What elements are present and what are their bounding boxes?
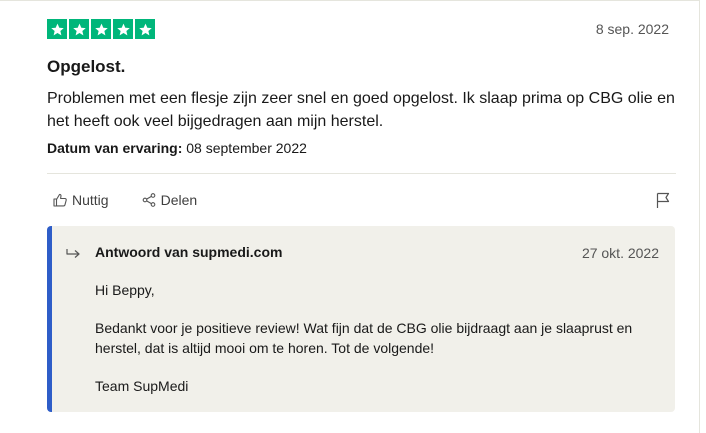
reply-greeting: Hi Beppy,	[95, 282, 155, 298]
flag-icon	[654, 191, 672, 209]
reply-signature: Team SupMedi	[95, 378, 189, 394]
useful-label: Nuttig	[72, 192, 109, 208]
report-button[interactable]	[654, 191, 672, 209]
reply-body: Hi Beppy, Bedankt voor je positieve revi…	[95, 280, 655, 414]
experience-date: Datum van ervaring: 08 september 2022	[47, 140, 307, 156]
divider	[47, 173, 676, 174]
thumbs-up-icon	[52, 192, 68, 208]
share-icon	[141, 192, 157, 208]
star-icon	[91, 19, 111, 39]
review-card: 8 sep. 2022 Opgelost. Problemen met een …	[0, 0, 700, 433]
star-icon	[135, 19, 155, 39]
review-title: Opgelost.	[47, 57, 126, 76]
useful-button[interactable]: Nuttig	[47, 190, 114, 210]
star-rating	[47, 19, 155, 39]
review-body: Problemen met een flesje zijn zeer snel …	[47, 90, 675, 130]
experience-label: Datum van ervaring:	[47, 140, 183, 156]
share-label: Delen	[160, 192, 198, 208]
reply-arrow-icon	[65, 246, 83, 262]
review-actions: Nuttig Delen	[47, 190, 202, 210]
reply-date: 27 okt. 2022	[581, 245, 659, 261]
star-icon	[47, 19, 67, 39]
reply-message: Bedankt voor je positieve review! Wat fi…	[95, 320, 633, 356]
company-reply: Antwoord van supmedi.com 27 okt. 2022 Hi…	[47, 226, 675, 412]
star-icon	[69, 19, 89, 39]
star-icon	[113, 19, 133, 39]
experience-value: 08 september 2022	[186, 140, 307, 156]
reply-author: Antwoord van supmedi.com	[95, 244, 283, 260]
review-date: 8 sep. 2022	[595, 21, 669, 37]
share-button[interactable]: Delen	[136, 190, 203, 210]
